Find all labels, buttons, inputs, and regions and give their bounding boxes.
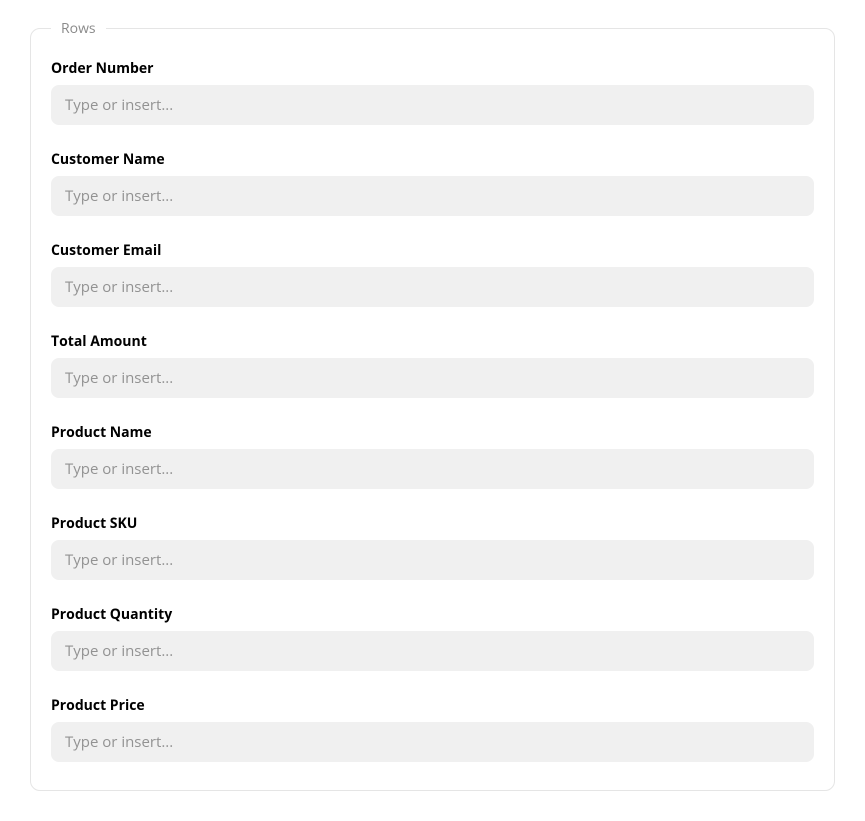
field-row-customer-name: Customer Name <box>51 150 814 216</box>
rows-fieldset: Rows Order Number Customer Name Customer… <box>30 28 835 791</box>
total-amount-label: Total Amount <box>51 332 814 351</box>
field-row-customer-email: Customer Email <box>51 241 814 307</box>
field-row-total-amount: Total Amount <box>51 332 814 398</box>
product-price-label: Product Price <box>51 696 814 715</box>
field-row-product-name: Product Name <box>51 423 814 489</box>
total-amount-input[interactable] <box>51 358 814 398</box>
product-name-input[interactable] <box>51 449 814 489</box>
customer-email-input[interactable] <box>51 267 814 307</box>
product-quantity-input[interactable] <box>51 631 814 671</box>
field-row-product-sku: Product SKU <box>51 514 814 580</box>
field-row-product-price: Product Price <box>51 696 814 762</box>
product-sku-label: Product SKU <box>51 514 814 533</box>
order-number-label: Order Number <box>51 59 814 78</box>
field-row-order-number: Order Number <box>51 59 814 125</box>
product-quantity-label: Product Quantity <box>51 605 814 624</box>
product-name-label: Product Name <box>51 423 814 442</box>
product-sku-input[interactable] <box>51 540 814 580</box>
fieldset-legend: Rows <box>51 19 106 38</box>
field-row-product-quantity: Product Quantity <box>51 605 814 671</box>
customer-email-label: Customer Email <box>51 241 814 260</box>
customer-name-input[interactable] <box>51 176 814 216</box>
customer-name-label: Customer Name <box>51 150 814 169</box>
product-price-input[interactable] <box>51 722 814 762</box>
order-number-input[interactable] <box>51 85 814 125</box>
